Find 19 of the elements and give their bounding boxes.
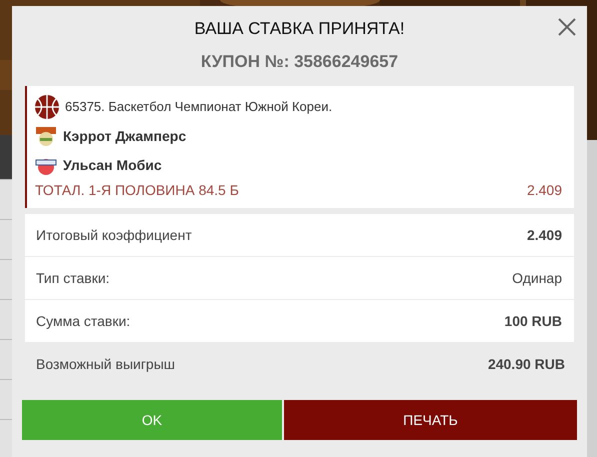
summary-value: 2.409 [526, 227, 562, 243]
summary-value: 100 RUB [504, 313, 562, 329]
summary-label: Итоговый коэффициент [36, 227, 192, 243]
bet-selection: ТОТАЛ. 1-Я ПОЛОВИНА 84.5 Б [35, 182, 239, 198]
coupon-number: КУПОН №: 35866249657 [200, 52, 400, 72]
summary-label: Тип ставки: [36, 270, 110, 286]
close-icon[interactable] [558, 18, 576, 36]
summary-value: Одинар [512, 270, 562, 286]
print-button[interactable]: ПЕЧАТЬ [284, 400, 577, 440]
payout-label: Возможный выигрыш [36, 356, 176, 372]
team-logo-icon [35, 124, 57, 146]
basketball-icon [35, 94, 59, 118]
team-name: Кэррот Джамперс [63, 128, 186, 144]
bet-odds: 2.409 [526, 182, 562, 198]
team-name: Ульсан Мобис [63, 156, 162, 172]
dialog-title: ВАША СТАВКА ПРИНЯТА! [193, 19, 406, 39]
event-title: 65375. Баскетбол Чемпионат Южной Кореи. [65, 99, 332, 114]
summary-label: Сумма ставки: [36, 313, 130, 329]
payout-value: 240.90 RUB [488, 356, 565, 372]
